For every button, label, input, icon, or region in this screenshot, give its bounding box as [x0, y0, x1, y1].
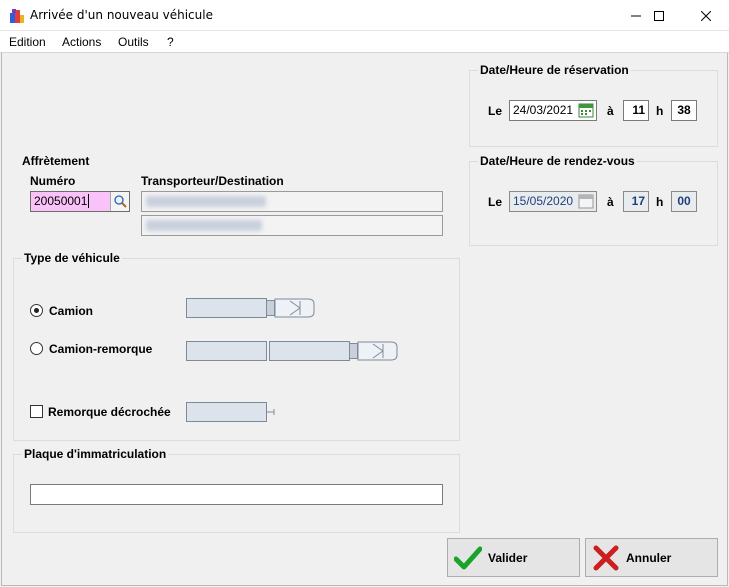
reservation-le-label: Le [488, 104, 503, 118]
title-bar: Arrivée d'un nouveau véhicule [0, 0, 729, 31]
cross-icon [593, 545, 619, 570]
close-icon [701, 10, 711, 21]
transporteur-field [141, 191, 443, 212]
transporteur-label: Transporteur/Destination [141, 174, 284, 188]
camion-radio[interactable] [30, 304, 43, 317]
camion-remorque-label: Camion-remorque [49, 342, 153, 356]
rendezvous-h-label: h [656, 195, 664, 209]
trailer-icon [186, 402, 278, 423]
reservation-date-value: 24/03/2021 [513, 103, 574, 117]
rendezvous-le-label: Le [488, 195, 503, 209]
rendezvous-title: Date/Heure de rendez-vous [478, 154, 637, 168]
checkmark-icon [454, 546, 482, 569]
valider-button[interactable]: Valider [447, 538, 580, 577]
camion-label: Camion [49, 304, 94, 318]
menu-help[interactable]: ? [167, 35, 174, 49]
window-title: Arrivée d'un nouveau véhicule [30, 8, 213, 22]
reservation-a-label: à [607, 104, 614, 118]
numero-label: Numéro [30, 174, 76, 188]
reservation-hour-field[interactable]: 11 [623, 100, 649, 121]
remorque-checkbox[interactable] [30, 405, 43, 418]
plaque-input[interactable] [30, 484, 443, 505]
valider-label: Valider [488, 550, 528, 565]
plaque-title: Plaque d'immatriculation [22, 447, 169, 461]
maximize-button[interactable] [636, 0, 682, 31]
maximize-icon [654, 10, 664, 21]
destination-redacted [146, 220, 262, 231]
annuler-button[interactable]: Annuler [585, 538, 718, 577]
calendar-icon[interactable] [578, 102, 594, 118]
menu-outils[interactable]: Outils [118, 35, 149, 49]
menu-bar: Edition Actions Outils ? [0, 31, 729, 53]
vehicle-type-title: Type de véhicule [22, 251, 122, 265]
truck-icon [186, 298, 316, 319]
transporteur-redacted [146, 196, 266, 207]
calendar-icon-disabled [578, 194, 594, 209]
reservation-minute-field[interactable]: 38 [671, 100, 697, 121]
truck-trailer-icon [186, 341, 402, 362]
destination-field [141, 215, 443, 236]
menu-actions[interactable]: Actions [62, 35, 101, 49]
affretement-title: Affrètement [22, 154, 90, 168]
camion-remorque-radio[interactable] [30, 342, 43, 355]
app-icon [10, 9, 24, 23]
rendezvous-hour-field: 17 [623, 191, 649, 212]
rendezvous-date-value: 15/05/2020 [513, 194, 574, 208]
rendezvous-minute-field: 00 [671, 191, 697, 212]
radio-selected-dot [34, 308, 39, 313]
search-icon [114, 195, 127, 208]
remorque-label: Remorque décrochée [48, 405, 171, 419]
reservation-title: Date/Heure de réservation [478, 63, 631, 77]
reservation-h-label: h [656, 104, 664, 118]
annuler-label: Annuler [626, 550, 672, 565]
numero-value: 20050001 [34, 194, 88, 208]
menu-edition[interactable]: Edition [9, 35, 46, 49]
close-button[interactable] [683, 0, 729, 31]
rendezvous-a-label: à [607, 195, 614, 209]
numero-search-button[interactable] [110, 192, 129, 211]
